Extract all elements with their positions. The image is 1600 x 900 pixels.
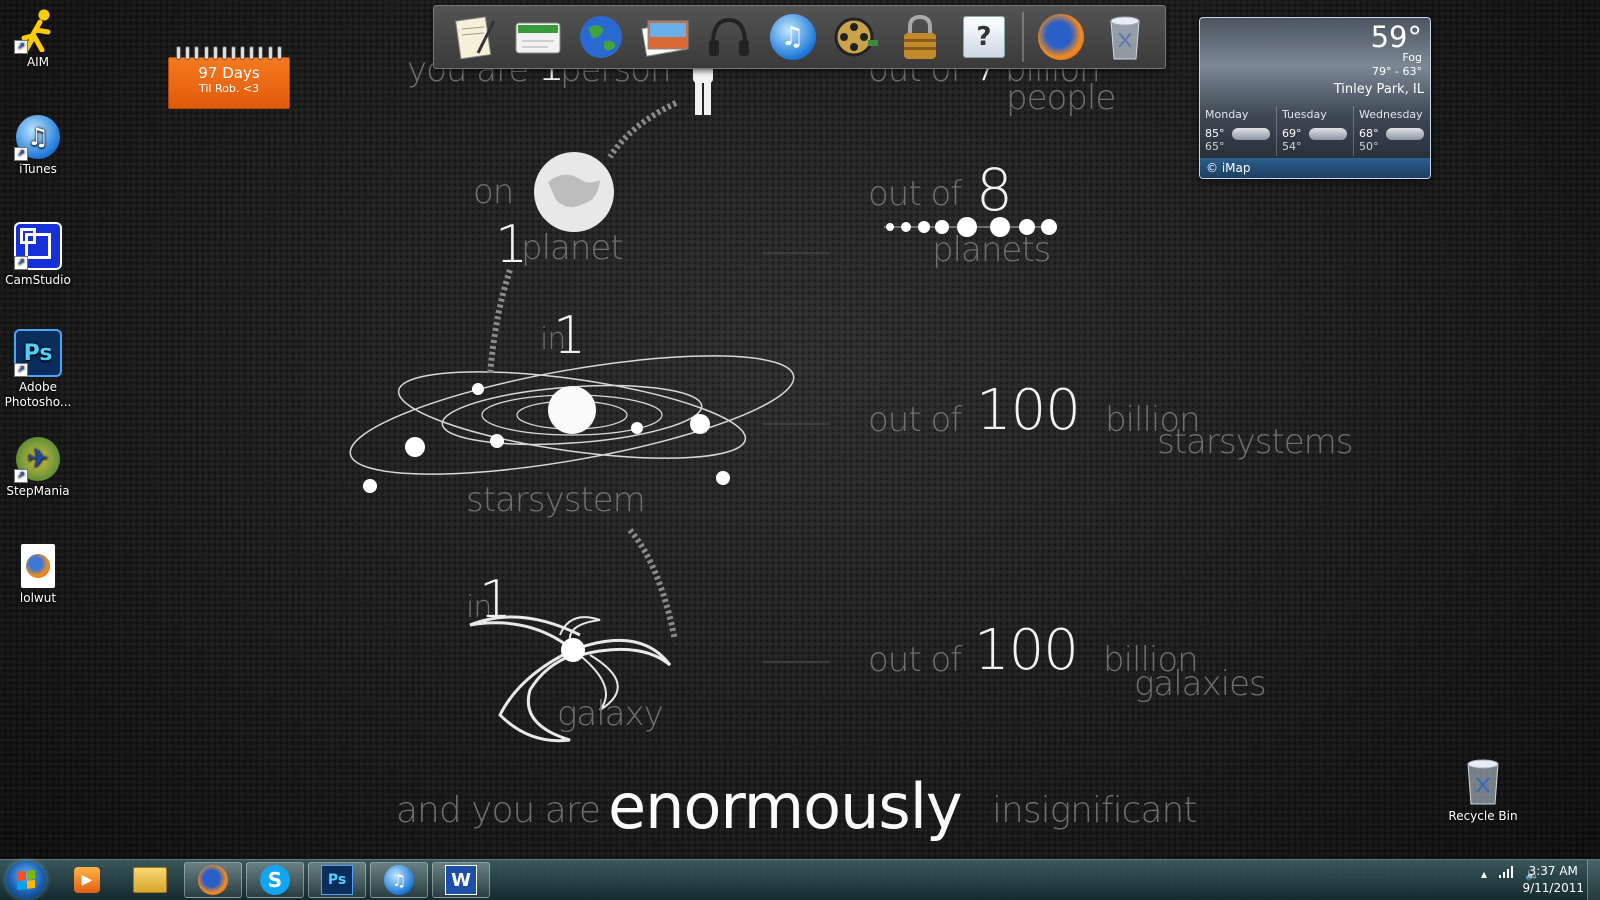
word-icon: W [445,865,477,895]
media-player-icon: ▶ [74,867,100,893]
taskbar-explorer[interactable] [121,862,179,898]
desktop-icon-camstudio[interactable]: ↗ CamStudio [0,222,76,288]
itunes-icon: ♫ ↗ [14,115,60,161]
forecast-low: 50° [1359,140,1379,153]
forecast-day-name: Wednesday [1359,108,1423,121]
taskbar-skype[interactable]: S [246,862,304,898]
mail-icon[interactable] [512,11,564,63]
skype-icon: S [260,865,290,895]
help-icon[interactable]: ? [958,11,1010,63]
file-explorer-icon [133,867,167,893]
desktop-icon-recycle-bin[interactable]: Recycle Bin [1445,756,1521,823]
start-button[interactable] [6,861,46,899]
desktop-icon-photoshop[interactable]: Ps ↗ Adobe Photosho... [0,329,76,410]
weather-forecast: Monday 85° 65° Tuesday 69° 54° Wednesday… [1200,106,1430,156]
wp-planets: planets [932,230,1051,270]
desktop-icon-label: iTunes [19,162,57,176]
itunes-icon: ♫ [384,865,414,895]
taskbar-itunes[interactable]: ♫ [370,862,428,898]
cloud-icon [1309,128,1347,140]
wp-galaxy: galaxy [557,694,664,734]
padlock-icon[interactable] [894,11,946,63]
taskbar-photoshop[interactable]: Ps [308,862,366,898]
countdown-gadget[interactable]: 97 Days Til Rob. <3 [168,47,290,109]
itunes-icon[interactable]: ♫ [767,11,819,63]
trash-icon[interactable] [1099,11,1151,63]
forecast-day-name: Tuesday [1282,108,1327,121]
desktop-icon-lolwut[interactable]: lolwut [0,544,76,606]
wp-out-of-starsystems: out of [868,400,962,440]
headphones-icon[interactable] [703,11,755,63]
forecast-low: 65° [1205,140,1225,153]
photoshop-icon: Ps [321,865,353,895]
film-reel-icon[interactable] [830,11,882,63]
taskbar-media-player[interactable]: ▶ [58,862,116,898]
countdown-card: 97 Days Til Rob. <3 [168,57,290,109]
forecast-day: Wednesday 68° 50° [1353,106,1430,156]
desktop-icon-label: CamStudio [5,273,71,287]
clock-time: 3:37 AM [1528,864,1578,878]
countdown-days: 97 Days [198,64,260,82]
desktop-icon-label: AIM [26,55,50,69]
network-signal-icon[interactable] [1499,866,1514,881]
wp-galaxies: galaxies [1134,664,1267,704]
weather-range: 79° - 63° [1372,65,1422,78]
countdown-subtitle: Til Rob. <3 [198,82,260,95]
desktop-icon-label: StepMania [6,484,70,498]
notepad-icon[interactable] [448,11,500,63]
forecast-day: Tuesday 69° 54° [1276,106,1353,156]
photos-icon[interactable] [639,11,691,63]
taskbar-clock[interactable]: 3:37 AM 9/11/2011 [1522,863,1584,897]
clock-date: 9/11/2011 [1522,881,1584,895]
weather-credit[interactable]: © iMap [1200,158,1430,178]
wp-and-you-are: and you are [396,790,601,831]
taskbar: ▶ S Ps ♫ W ▴ 🔈 3:37 AM 9/11/2011 [0,859,1600,900]
aim-runner-icon: ↗ [14,8,60,54]
forecast-low: 54° [1282,140,1302,153]
wp-people: people [1006,78,1116,118]
desktop-icon-stepmania[interactable]: ✈ ↗ StepMania [0,437,76,499]
desktop-icon-aim[interactable]: ↗ AIM [0,8,76,70]
desktop-icon-label: lolwut [19,591,57,605]
connector-line [763,661,829,663]
dock-separator [1021,12,1024,62]
recycle-bin-label: Recycle Bin [1448,809,1518,823]
taskbar-word[interactable]: W [432,862,490,898]
wp-enormously: enormously [608,770,963,843]
wp-starsystems: starsystems [1157,422,1353,462]
wp-hundred-starsystems: 100 [976,378,1081,443]
photoshop-icon: Ps ↗ [14,329,62,377]
firefox-icon[interactable] [1035,11,1087,63]
show-desktop-button[interactable] [1587,860,1600,900]
firefox-document-icon [21,544,55,588]
forecast-day: Monday 85° 65° [1200,106,1276,156]
dock-bar: ♫ ? [433,5,1166,69]
arrow-trails-graphic [487,100,678,641]
weather-location[interactable]: Tinley Park, IL [1334,82,1424,97]
wp-out-of-planets: out of [868,174,962,214]
weather-gadget[interactable]: 59° Fog 79° - 63° Tinley Park, IL Monday… [1199,17,1431,179]
wp-out-of-galaxies: out of [868,640,962,680]
cloud-icon [1232,128,1270,140]
connector-line [763,252,829,254]
windows-logo-icon [17,870,35,890]
forecast-day-name: Monday [1205,108,1249,121]
recycle-bin-icon [1467,759,1499,805]
taskbar-firefox[interactable] [184,862,242,898]
globe-icon[interactable] [575,11,627,63]
desktop-icon-itunes[interactable]: ♫ ↗ iTunes [0,115,76,177]
desktop-icon-label: Adobe Photosho... [4,380,72,409]
show-hidden-icons-icon[interactable]: ▴ [1481,867,1487,881]
firefox-icon [198,865,228,895]
wp-hundred-galaxies: 100 [974,618,1079,683]
weather-temperature: 59° [1370,20,1422,54]
cloud-icon [1386,128,1424,140]
wp-insignificant: insignificant [992,790,1197,831]
connector-line [763,423,829,425]
weather-condition: Fog [1402,51,1422,64]
stepmania-icon: ✈ ↗ [14,437,60,483]
camstudio-icon: ↗ [14,222,62,270]
